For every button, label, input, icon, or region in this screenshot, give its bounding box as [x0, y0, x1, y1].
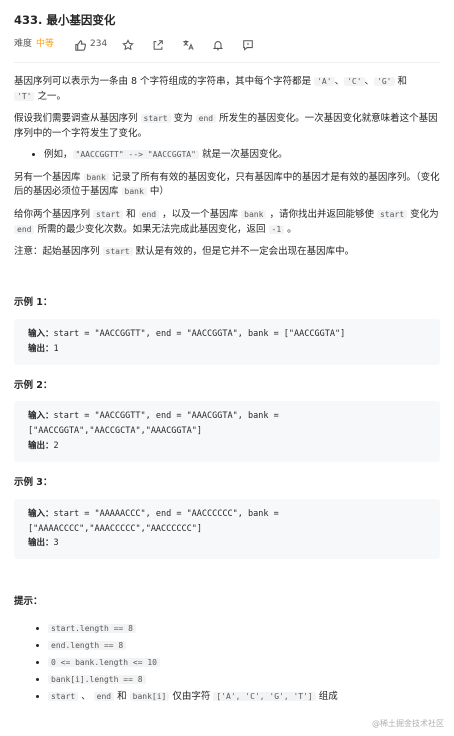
list-item: bank[i].length == 8 [48, 671, 440, 688]
like-button[interactable]: 234 [74, 38, 107, 52]
example-3-block: 输入：start = "AAAAACCC", end = "AACCCCCC",… [14, 498, 440, 560]
example-1-heading: 示例 1： [14, 297, 53, 309]
subscribe-button[interactable] [211, 38, 225, 52]
difficulty-label: 难度 [14, 39, 33, 50]
watermark: @稀土掘金技术社区 [372, 718, 444, 728]
problem-page: 433. 最小基因变化 难度 中等 234 基因序列可以表示为一条由 8 个字符… [0, 0, 454, 736]
desc-paragraph-3: 另有一个基因库 bank 记录了所有有效的基因变化，只有基因库中的基因才是有效的… [14, 171, 440, 198]
favorite-button[interactable] [121, 38, 135, 52]
share-button[interactable] [151, 38, 165, 52]
example-1-block: 输入：start = "AACCGGTT", end = "AACCGGTA",… [14, 318, 440, 365]
desc-paragraph-1: 基因序列可以表示为一条由 8 个字符组成的字符串，其中每个字符都是 'A'、 'C… [14, 76, 408, 102]
hints-heading: 提示： [14, 596, 43, 608]
difficulty-badge: 中等 [36, 39, 55, 50]
problem-title: 433. 最小基因变化 [14, 13, 116, 27]
example-list: 例如，"AACCGGTT" --> "AACCGGTA" 就是一次基因变化。 [14, 148, 440, 163]
translate-button[interactable] [181, 38, 195, 52]
bell-icon [213, 41, 224, 51]
example-3-heading: 示例 3： [14, 477, 53, 488]
share-icon [153, 40, 164, 50]
list-item: end.length == 8 [48, 637, 440, 654]
header-divider [14, 62, 440, 63]
like-count: 234 [90, 39, 108, 50]
example-2-heading: 示例 2： [14, 379, 53, 391]
example-2-block: 输入：start = "AACCGGTT", end = "AAACGGTA",… [14, 401, 440, 462]
hints-list: start.length == 8 end.length == 8 0 <= b… [14, 620, 440, 705]
desc-paragraph-2: 假设我们需要调查从基因序列 start 变为 end 所发生的基因变化。一次基因… [14, 113, 438, 140]
list-item: 0 <= bank.length <= 10 [48, 654, 440, 671]
desc-paragraph-4: 给你两个基因序列 start 和 end ，以及一个基因库 bank ，请你找出… [14, 209, 439, 235]
list-item: start 、 end 和 bank[i] 仅由字符 ['A', 'C', 'G… [48, 688, 440, 705]
list-item: 例如，"AACCGGTT" --> "AACCGGTA" 就是一次基因变化。 [44, 148, 440, 163]
star-icon [122, 39, 135, 51]
translate-icon [183, 40, 194, 50]
desc-note: 注意：起始基因序列 start 默认是有效的，但是它并不一定会出现在基因库中。 [14, 246, 355, 258]
feedback-button[interactable] [241, 38, 255, 52]
meta-bar: 难度 中等 234 [14, 33, 440, 57]
list-item: start.length == 8 [48, 620, 440, 637]
feedback-icon [243, 40, 254, 51]
thumbs-up-icon [75, 39, 87, 51]
